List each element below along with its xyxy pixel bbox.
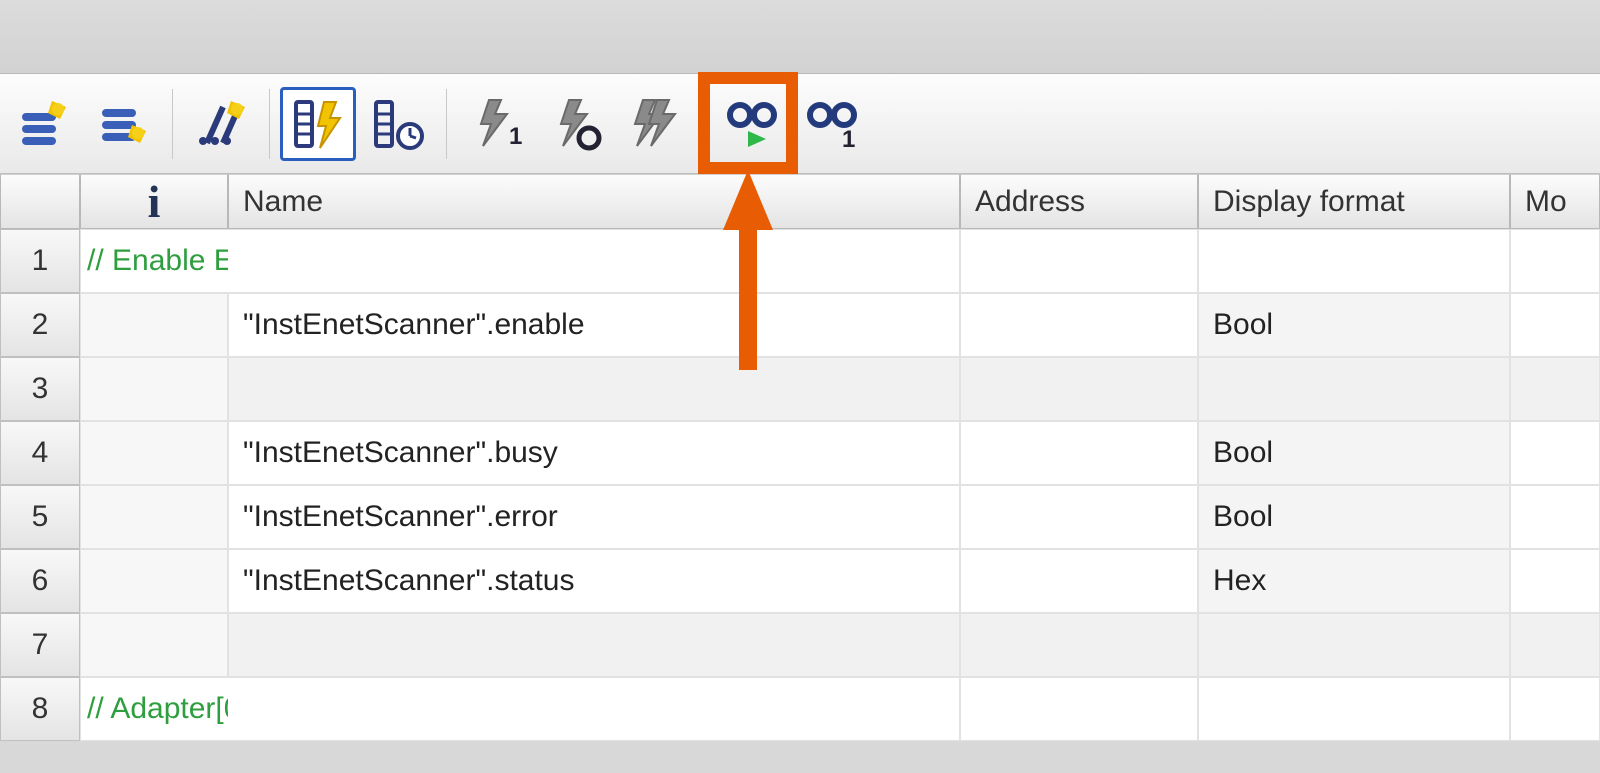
header-info[interactable]: i [80,174,228,229]
cell-address[interactable] [960,421,1198,485]
comment-button[interactable] [183,87,259,161]
cell-addr[interactable] [960,613,1198,677]
modify-0-button[interactable] [537,87,613,161]
modify-0-icon [547,96,603,152]
row-number[interactable]: 2 [0,293,80,357]
modify-all-button[interactable] [617,87,693,161]
table-header-row: i Name Address Display format Mo [0,174,1600,229]
svg-text:1: 1 [842,126,855,149]
cell-info: // Adapter[0] = ET200SP MF [80,677,228,741]
header-rownum[interactable] [0,174,80,229]
cell-name[interactable]: "InstEnetScanner".busy [228,421,960,485]
cell-mo[interactable] [1510,613,1600,677]
insert-row-after-icon [96,99,152,149]
flash-scheduled-icon [370,96,426,152]
cell-monitor[interactable] [1510,229,1600,293]
cell-name[interactable] [228,357,960,421]
flash-scheduled-button[interactable] [360,87,436,161]
modify-all-icon [627,96,683,152]
cell-fmt[interactable] [1198,613,1510,677]
row-number[interactable]: 3 [0,357,80,421]
svg-text:1: 1 [509,123,522,150]
cell-fmt[interactable] [1198,357,1510,421]
window-titlebar [0,0,1600,74]
cell-monitor[interactable] [1510,549,1600,613]
header-monitor[interactable]: Mo [1510,174,1600,229]
table-row[interactable]: 5 "InstEnetScanner".error Bool [0,485,1600,549]
flash-now-icon [290,96,346,152]
toolbar-separator [703,89,704,159]
cell-name[interactable] [228,229,960,293]
cell-display-format[interactable] [1198,677,1510,741]
row-number[interactable]: 1 [0,229,80,293]
cell-monitor[interactable] [1510,421,1600,485]
monitor-all-icon: 1 [804,99,860,149]
row-number[interactable]: 8 [0,677,80,741]
cell-address[interactable] [960,677,1198,741]
cell-name[interactable]: "InstEnetScanner".status [228,549,960,613]
cell-monitor[interactable] [1510,485,1600,549]
table-row[interactable]: 1// Enable Ethernet/IP Function Block [0,229,1600,293]
row-number[interactable]: 4 [0,421,80,485]
cell-info [80,549,228,613]
cell-info [80,613,228,677]
table-row[interactable]: 7 [0,613,1600,677]
cell-monitor[interactable] [1510,293,1600,357]
row-number[interactable]: 6 [0,549,80,613]
flash-now-button[interactable] [280,87,356,161]
cell-info [80,485,228,549]
modify-1-button[interactable]: 1 [457,87,533,161]
insert-row-after-button[interactable] [86,87,162,161]
cell-display-format[interactable]: Bool [1198,485,1510,549]
row-number[interactable]: 7 [0,613,80,677]
cell-addr[interactable] [960,357,1198,421]
monitor-once-button[interactable] [714,87,790,161]
header-name[interactable]: Name [228,174,960,229]
cell-info: // Enable Ethernet/IP Function Block [80,229,228,293]
table-row[interactable]: 3 [0,357,1600,421]
cell-info [80,293,228,357]
cell-address[interactable] [960,549,1198,613]
table-row[interactable]: 6 "InstEnetScanner".status Hex [0,549,1600,613]
cell-address[interactable] [960,229,1198,293]
comment-icon [193,99,249,149]
header-display-format[interactable]: Display format [1198,174,1510,229]
cell-address[interactable] [960,485,1198,549]
monitor-once-icon [724,99,780,149]
toolbar-separator [172,89,173,159]
toolbar: 1 1 [0,74,1600,174]
monitor-all-button[interactable]: 1 [794,87,870,161]
toolbar-separator [446,89,447,159]
table-body: 1// Enable Ethernet/IP Function Block2 "I… [0,229,1600,741]
insert-row-button[interactable] [6,87,82,161]
info-icon: i [148,175,161,228]
cell-monitor[interactable] [1510,677,1600,741]
table-row[interactable]: 2 "InstEnetScanner".enable Bool [0,293,1600,357]
cell-mo[interactable] [1510,357,1600,421]
table-row[interactable]: 4 "InstEnetScanner".busy Bool [0,421,1600,485]
cell-info [80,421,228,485]
cell-display-format[interactable]: Bool [1198,421,1510,485]
cell-display-format[interactable] [1198,229,1510,293]
row-number[interactable]: 5 [0,485,80,549]
toolbar-separator [269,89,270,159]
cell-name[interactable]: "InstEnetScanner".enable [228,293,960,357]
insert-row-icon [16,99,72,149]
cell-name[interactable]: "InstEnetScanner".error [228,485,960,549]
header-address[interactable]: Address [960,174,1198,229]
cell-info [80,357,228,421]
cell-display-format[interactable]: Hex [1198,549,1510,613]
cell-name[interactable] [228,613,960,677]
modify-1-icon: 1 [467,96,523,152]
table-row[interactable]: 8// Adapter[0] = ET200SP MF [0,677,1600,741]
cell-address[interactable] [960,293,1198,357]
cell-name[interactable] [228,677,960,741]
cell-display-format[interactable]: Bool [1198,293,1510,357]
